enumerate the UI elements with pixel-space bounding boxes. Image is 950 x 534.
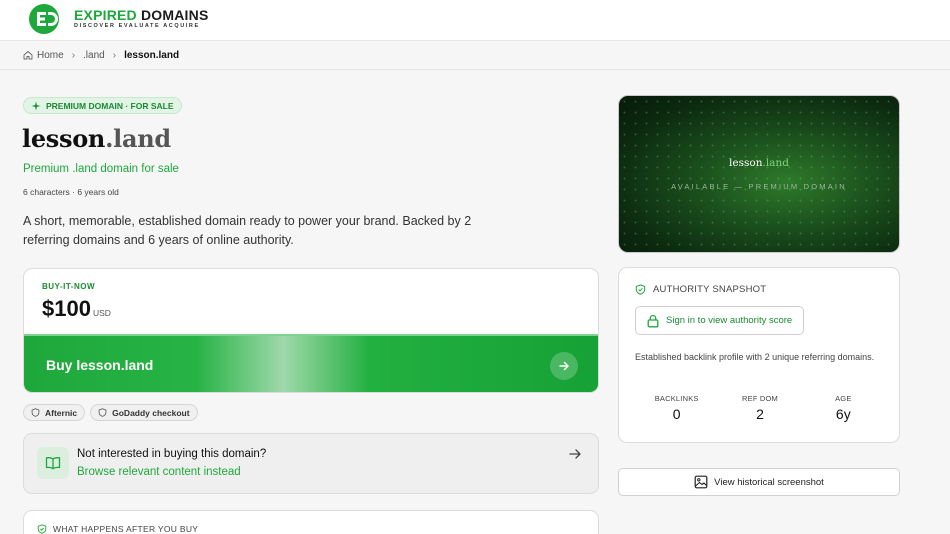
buy-card: BUY-IT-NOW $100 USD Buy lesson.land [23,268,599,393]
site-logo[interactable]: EXPIRED DOMAINS DISCOVER EVALUATE ACQUIR… [28,3,208,35]
after-purchase-title-text: WHAT HAPPENS AFTER YOU BUY [53,524,199,534]
chip-godaddy-label: GoDaddy checkout [112,407,190,418]
premium-badge: PREMIUM DOMAIN · FOR SALE [23,97,182,114]
book-open-icon [37,447,69,479]
browse-content-link[interactable]: Browse relevant content instead [77,466,241,478]
stat-label: REF DOM [742,394,778,403]
domain-subtitle: Premium .land domain for sale [23,163,179,175]
lock-icon [647,314,659,327]
chip-afternic: Afternic [23,404,86,421]
sparkle-icon [31,101,41,110]
shield-check-icon [37,524,47,534]
price-currency: USD [92,308,111,318]
stat-label: AGE [835,394,852,403]
buy-button[interactable]: Buy lesson.land [24,334,598,392]
authority-description: Established backlink profile with 2 uniq… [635,352,875,362]
hero-domain: lesson.land [619,157,899,169]
breadcrumb: Home › .land › lesson.land [0,41,950,70]
checkout-chips: Afternic GoDaddy checkout [23,404,198,421]
breadcrumb-current: lesson.land [124,49,180,61]
chevron-right-icon: › [71,49,76,61]
expired-domains-logo-icon [29,4,59,34]
authority-title: AUTHORITY SNAPSHOT [635,284,766,295]
home-icon [23,50,33,60]
breadcrumb-tld[interactable]: .land [83,50,105,61]
buy-button-label: Buy lesson.land [46,357,154,373]
hero-tagline: AVAILABLE — PREMIUM DOMAIN [671,182,847,191]
authority-title-text: AUTHORITY SNAPSHOT [653,284,767,295]
after-purchase-title: WHAT HAPPENS AFTER YOU BUY [37,524,198,534]
chevron-right-icon: › [112,49,117,61]
buy-it-now-label: BUY-IT-NOW [42,282,95,291]
stat-backlinks: BACKLINKS 0 [635,394,718,422]
signin-authority-button[interactable]: Sign in to view authority score [635,306,804,335]
browse-content-card[interactable]: Not interested in buying this domain? Br… [23,433,599,494]
stat-value: 0 [672,406,681,422]
shield-icon [31,408,40,417]
hero-domain-name: lesson [729,157,763,169]
stat-value: 2 [756,406,764,422]
shield-icon [98,408,107,417]
price-value: $100 [42,296,91,321]
domain-tld: .land [105,124,171,153]
price: $100 USD [42,296,111,322]
shield-check-icon [635,284,646,295]
authority-stats: BACKLINKS 0 REF DOM 2 AGE 6y [635,394,885,422]
signin-authority-label: Sign in to view authority score [666,315,793,326]
stat-label: BACKLINKS [654,394,699,403]
stat-age: AGE 6y [802,394,885,422]
logo-title: EXPIRED DOMAINS [74,8,208,22]
stat-ref-dom: REF DOM 2 [718,394,801,422]
domain-description: A short, memorable, established domain r… [23,214,472,247]
premium-badge-label: PREMIUM DOMAIN · FOR SALE [46,100,174,111]
breadcrumb-home[interactable]: Home [37,50,64,61]
site-header: EXPIRED DOMAINS DISCOVER EVALUATE ACQUIR… [0,0,950,41]
hero-dot-pattern [619,96,899,252]
logo-title-part2: DOMAINS [140,7,209,24]
chip-afternic-label: Afternic [45,407,78,418]
hero-domain-tld: .land [762,157,789,169]
logo-title-part1: EXPIRED [74,7,137,24]
domain-meta: 6 characters · 6 years old [23,187,119,197]
view-historical-screenshot-button[interactable]: View historical screenshot [618,468,900,496]
stat-value: 6y [835,406,851,422]
domain-hero-image: lesson.land AVAILABLE — PREMIUM DOMAIN [618,95,900,253]
chip-godaddy: GoDaddy checkout [90,404,198,421]
image-icon [694,475,708,489]
authority-card: AUTHORITY SNAPSHOT Sign in to view autho… [618,267,900,443]
view-historical-screenshot-label: View historical screenshot [714,476,824,488]
domain-name: lesson [22,124,106,153]
arrow-right-icon [569,449,581,459]
after-purchase-card: WHAT HAPPENS AFTER YOU BUY [23,510,599,534]
browse-content-title: Not interested in buying this domain? [77,448,267,460]
domain-title: lesson.land [22,124,171,153]
arrow-right-icon [550,352,578,380]
logo-tagline: DISCOVER EVALUATE ACQUIRE [74,23,200,30]
